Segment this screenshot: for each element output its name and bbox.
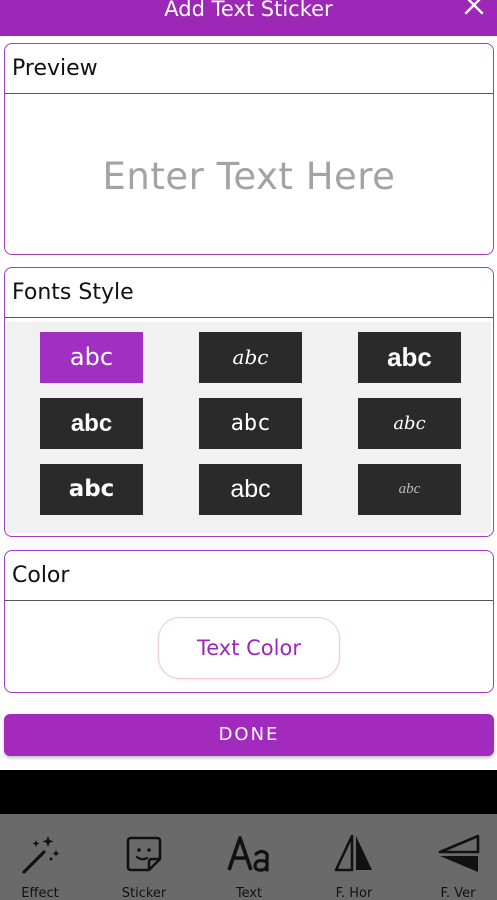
divider-strip [0, 770, 497, 814]
preview-card: Preview Enter Text Here [4, 43, 494, 255]
fonts-style-heading: Fonts Style [5, 268, 493, 318]
font-tile-1[interactable]: abc [40, 332, 143, 383]
font-tile-7[interactable]: abc [40, 464, 143, 515]
color-heading: Color [5, 551, 493, 601]
nav-label-effect: Effect [21, 886, 59, 900]
color-body: Text Color [5, 602, 493, 692]
preview-heading: Preview [5, 44, 493, 94]
fonts-style-card: Fonts Style abc abc abc abc abc abc abc … [4, 267, 494, 537]
flip-horizontal-icon [334, 834, 372, 872]
nav-item-text[interactable]: Text [199, 814, 299, 900]
nav-label-flip-horizontal: F. Hor [335, 886, 373, 900]
font-tile-9[interactable]: abc [358, 464, 461, 515]
font-grid: abc abc abc abc abc abc abc abc abc [7, 322, 491, 533]
font-tile-6[interactable]: abc [358, 398, 461, 449]
nav-label-text: Text [235, 886, 263, 900]
close-icon[interactable] [463, 0, 485, 16]
flip-vertical-icon [438, 834, 480, 872]
nav-item-effect[interactable]: Effect [0, 814, 90, 900]
preview-placeholder[interactable]: Enter Text Here [5, 155, 493, 198]
magic-wand-icon [22, 836, 60, 874]
bottom-toolbar: Effect Sticker Text F. Hor F. Ver [0, 814, 497, 900]
font-tile-4[interactable]: abc [40, 398, 143, 449]
nav-item-flip-vertical[interactable]: F. Ver [408, 814, 497, 900]
sticker-icon [126, 836, 162, 872]
font-tile-2[interactable]: abc [199, 332, 302, 383]
color-card: Color Text Color [4, 550, 494, 693]
text-color-button[interactable]: Text Color [158, 617, 340, 679]
preview-area[interactable]: Enter Text Here [5, 95, 493, 254]
font-tile-5[interactable]: abc [199, 398, 302, 449]
page-title: Add Text Sticker [164, 0, 333, 21]
nav-item-flip-horizontal[interactable]: F. Hor [304, 814, 404, 900]
nav-item-sticker[interactable]: Sticker [94, 814, 194, 900]
nav-label-sticker: Sticker [121, 886, 167, 900]
text-aa-icon [227, 836, 269, 872]
font-tile-8[interactable]: abc [199, 464, 302, 515]
title-bar: Add Text Sticker [0, 0, 497, 36]
nav-label-flip-vertical: F. Ver [440, 886, 476, 900]
done-button[interactable]: DONE [4, 714, 494, 756]
font-tile-3[interactable]: abc [358, 332, 461, 383]
